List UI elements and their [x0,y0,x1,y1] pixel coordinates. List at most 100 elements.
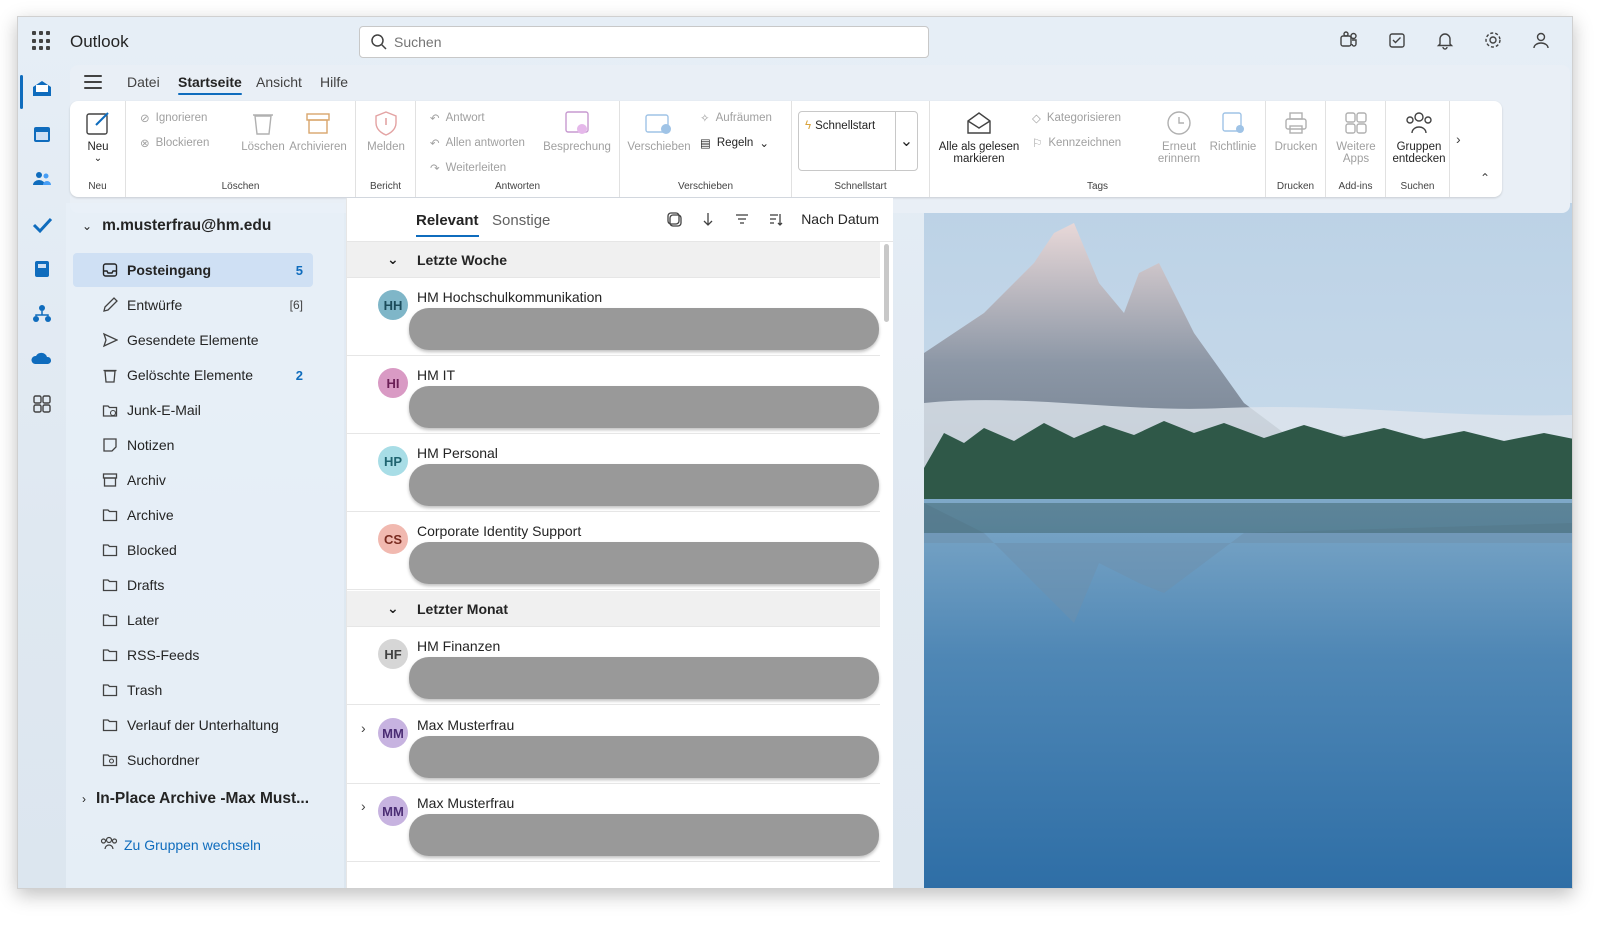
forward-button[interactable]: ↷ Weiterleiten [430,161,506,175]
app-launcher-icon[interactable] [32,31,52,51]
folder-archiv[interactable]: Archiv [73,463,313,497]
message-item[interactable]: HH HM Hochschulkommunikation [347,278,880,356]
todo-icon[interactable] [1386,29,1408,51]
tab-startseite[interactable]: Startseite [178,74,242,95]
rules-button[interactable]: ▤ Regeln ⌄ [700,136,769,150]
sweep-button[interactable]: ✧ Aufräumen [700,111,772,125]
chevron-right-icon[interactable]: › [361,720,371,736]
people-icon[interactable] [30,167,54,191]
folder-icon [101,506,119,524]
meeting-icon [565,111,589,134]
folder-trash[interactable]: Trash [73,673,313,707]
jump-to-icon[interactable] [699,210,717,228]
onenote-icon[interactable] [30,257,54,281]
group-antworten: ↶ Antwort ↶ Allen antworten ↷ Weiterleiten … [416,101,620,197]
filter-icon[interactable] [733,210,751,228]
meeting-button[interactable]: Besprechung [542,109,612,153]
group-header-letzter-monat[interactable]: ⌄ Letzter Monat [347,591,880,627]
redacted-preview [409,464,879,506]
discover-groups-button[interactable]: Gruppen entdecken [1390,109,1448,165]
folder-label: Trash [127,682,163,698]
folder-verlauf[interactable]: Verlauf der Unterhaltung [73,708,313,742]
hamburger-menu-icon[interactable] [84,75,102,89]
delete-button[interactable]: Löschen [240,109,286,153]
chevron-right-icon[interactable]: › [361,798,371,814]
sender-name: Corporate Identity Support [417,523,582,539]
reply-all-button[interactable]: ↶ Allen antworten [430,136,525,150]
ignore-button[interactable]: ⊘ Ignorieren [140,111,207,125]
switch-to-groups-link[interactable]: Zu Gruppen wechseln [100,835,261,854]
print-button[interactable]: Drucken [1274,109,1318,153]
quick-step-item[interactable]: ϟ Schnellstart [805,120,875,132]
mail-icon[interactable] [30,77,54,101]
search-input[interactable] [394,34,894,50]
tab-sonstige[interactable]: Sonstige [492,212,550,229]
tab-hilfe[interactable]: Hilfe [320,74,348,90]
new-mail-button[interactable]: Neu ⌄ [80,109,116,164]
policy-label: Richtlinie [1209,141,1257,153]
archive-account-header[interactable]: › In-Place Archive -Max Must... [82,790,309,808]
folder-archive[interactable]: Archive [73,498,313,532]
tab-relevant[interactable]: Relevant [416,212,479,237]
folder-gesendete[interactable]: Gesendete Elemente [73,323,313,357]
avatar: HH [378,290,408,320]
chevron-right-icon[interactable]: › [1456,131,1461,147]
more-apps-button[interactable]: Weitere Apps [1334,109,1378,165]
user-icon[interactable] [1530,29,1552,51]
remind-button[interactable]: Erneut erinnern [1156,109,1202,165]
folder-entwuerfe[interactable]: Entwürfe [6] [73,288,313,322]
folder-rss[interactable]: RSS-Feeds [73,638,313,672]
select-icon[interactable] [665,210,683,228]
folder-later[interactable]: Later [73,603,313,637]
reply-icon: ↶ [430,113,440,125]
policy-button[interactable]: Richtlinie [1206,109,1260,153]
categorize-button[interactable]: ◇ Kategorisieren [1032,111,1121,125]
collapse-ribbon-icon[interactable]: ⌃ [1480,171,1490,185]
message-item[interactable]: › MM Max Musterfrau [347,706,880,784]
move-button[interactable]: Verschieben [626,109,692,153]
redacted-preview [409,386,879,428]
teams-icon[interactable] [1338,29,1360,51]
search-box[interactable] [359,26,929,58]
group-label-addins: Add-ins [1338,181,1373,192]
block-button[interactable]: ⊗ Blockieren [140,136,209,150]
message-item[interactable]: HI HM IT [347,356,880,434]
folder-notizen[interactable]: Notizen [73,428,313,462]
folder-drafts[interactable]: Drafts [73,568,313,602]
folder-suchordner[interactable]: Suchordner [73,743,313,777]
sort-label[interactable]: Nach Datum [801,211,879,227]
bell-icon[interactable] [1434,29,1456,51]
onedrive-icon[interactable] [30,347,54,371]
flag-button[interactable]: ⚐ Kennzeichnen [1032,136,1121,150]
message-item[interactable]: HF HM Finanzen [347,627,880,705]
group-header-letzte-woche[interactable]: ⌄ Letzte Woche [347,242,880,278]
mark-all-read-button[interactable]: Alle als gelesen markieren [934,109,1024,165]
message-item[interactable]: HP HM Personal [347,434,880,512]
remind-label-2: erinnern [1157,153,1201,165]
scrollbar[interactable] [884,244,889,322]
folder-junk[interactable]: Junk-E-Mail [73,393,313,427]
report-button[interactable]: Melden [366,109,406,153]
archive-button[interactable]: Archivieren [288,109,348,153]
folder-posteingang[interactable]: Posteingang 5 [73,253,313,287]
sender-name: HM IT [417,367,456,383]
sort-icon[interactable] [767,210,785,228]
calendar-icon[interactable] [30,122,54,146]
tab-datei[interactable]: Datei [127,74,160,90]
message-item[interactable]: › MM Max Musterfrau [347,784,880,862]
folder-geloeschte[interactable]: Gelöschte Elemente 2 [73,358,313,392]
chevron-down-icon[interactable]: ⌄ [895,112,917,170]
account-header[interactable]: ⌄ m.musterfrau@hm.edu [82,217,271,235]
folder-icon [101,681,119,699]
tab-ansicht[interactable]: Ansicht [256,74,302,90]
reply-button[interactable]: ↶ Antwort [430,111,485,125]
quick-steps-box[interactable]: ϟ Schnellstart ⌄ [798,111,918,171]
message-item[interactable]: CS Corporate Identity Support [347,512,880,590]
chevron-down-icon[interactable]: ⌄ [80,153,116,164]
gear-icon[interactable] [1482,29,1504,51]
folder-label: Blocked [127,542,177,558]
folder-blocked[interactable]: Blocked [73,533,313,567]
more-apps-icon[interactable] [30,392,54,416]
todo-app-icon[interactable] [30,212,54,236]
org-icon[interactable] [30,302,54,326]
